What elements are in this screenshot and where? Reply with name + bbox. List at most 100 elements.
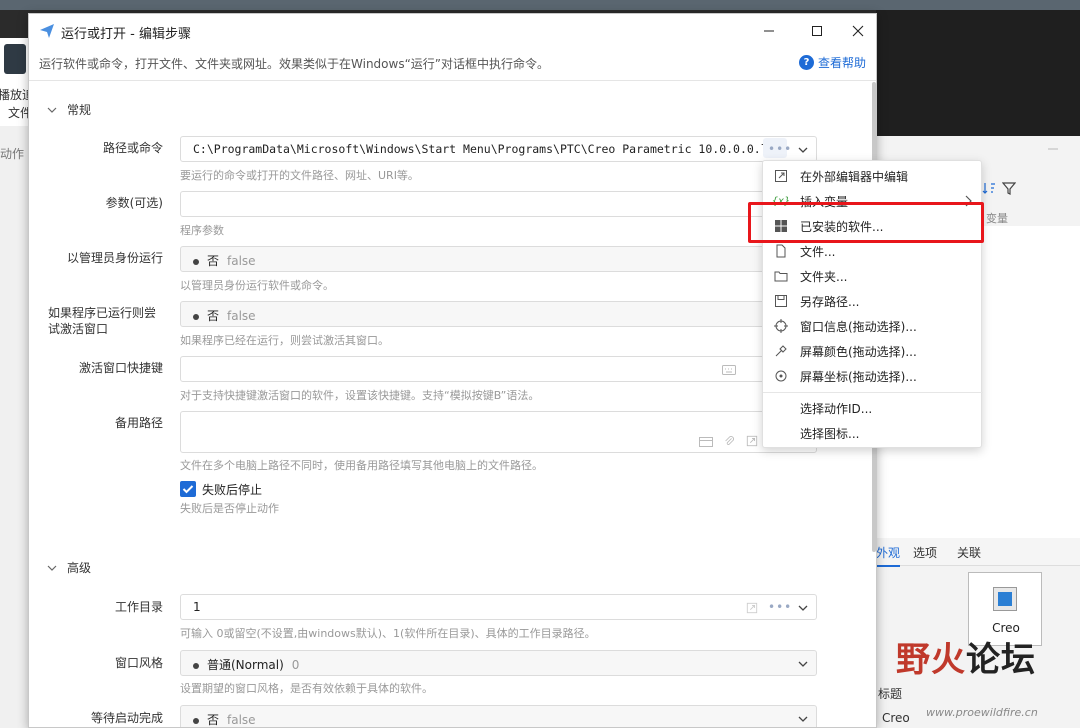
window-style-select[interactable]: 普通(Normal) 0: [180, 650, 817, 676]
help-link[interactable]: ? 查看帮助: [798, 54, 866, 71]
save-icon: [773, 293, 789, 309]
admin-toggle[interactable]: 否 false: [180, 246, 817, 272]
close-button[interactable]: [842, 18, 874, 44]
admin-hint: 以管理员身份运行软件或命令。: [180, 279, 334, 292]
menu-item-window-info[interactable]: 窗口信息(拖动选择)...: [763, 314, 983, 338]
more-options-icon[interactable]: •••: [768, 600, 792, 614]
section-title: 高级: [67, 561, 92, 575]
maximize-icon: [812, 26, 822, 36]
chevron-down-icon[interactable]: [798, 659, 808, 669]
tab-options[interactable]: 选项: [913, 544, 937, 561]
watermark-url: www.proewildfire.cn: [926, 706, 1038, 719]
help-icon: ?: [798, 55, 814, 70]
admin-value: 否 false: [193, 252, 256, 269]
menu-item-screen-coords[interactable]: 屏幕坐标(拖动选择)...: [763, 364, 983, 388]
chevron-down-icon[interactable]: [798, 145, 808, 155]
external-edit-icon: [773, 168, 789, 184]
chevron-down-icon[interactable]: [798, 714, 808, 724]
maximize-button[interactable]: [801, 18, 833, 44]
external-edit-icon[interactable]: [745, 435, 759, 447]
hotkey-label: 激活窗口快捷键: [78, 361, 163, 375]
annotation-highlight-box: [748, 202, 984, 243]
background-left-text: 动作: [0, 147, 25, 161]
more-options-icon[interactable]: •••: [768, 142, 792, 156]
creo-label-bottom: Creo: [882, 711, 910, 725]
background-app-icon: [4, 44, 26, 74]
menu-item-folder[interactable]: 文件夹...: [763, 264, 983, 288]
title-label: 标题: [878, 687, 903, 701]
menu-separator: [763, 392, 983, 393]
window-style-value: 普通(Normal) 0: [193, 656, 299, 673]
checkmark-icon: [182, 485, 194, 494]
eyedropper-icon: [773, 343, 789, 359]
tab-appearance[interactable]: 外观: [876, 544, 901, 567]
chevron-down-icon: [47, 565, 57, 571]
external-edit-icon[interactable]: [745, 602, 759, 614]
section-title: 常规: [67, 103, 92, 117]
section-advanced-header[interactable]: 高级: [47, 559, 91, 576]
workdir-hint: 可输入 0或留空(不设置,由windows默认)、1(软件所在目录)、具体的工作…: [180, 627, 596, 640]
dialog-title: 运行或打开 - 编辑步骤: [61, 27, 191, 42]
stop-on-fail-hint: 失败后是否停止动作: [180, 502, 279, 515]
edit-step-dialog: 运行或打开 - 编辑步骤 运行软件或命令，打开文件、文件夹或网址。效果类似于在W…: [28, 13, 877, 728]
window-style-hint: 设置期望的窗口风格，是否有效依赖于具体的软件。: [180, 682, 433, 695]
hotkey-hint: 对于支持快捷键激活窗口的软件，设置该快捷键。支持“模拟按键B”语法。: [180, 389, 540, 402]
backup-input[interactable]: [180, 411, 817, 453]
sort-icon[interactable]: [982, 181, 996, 195]
activate-value: 否 false: [193, 307, 256, 324]
workdir-input[interactable]: 1 •••: [180, 594, 817, 620]
minimize-button[interactable]: [753, 18, 785, 44]
background-column-label: 变量: [986, 212, 1008, 225]
dialog-description: 运行软件或命令，打开文件、文件夹或网址。效果类似于在Windows“运行”对话框…: [39, 57, 550, 71]
path-value: C:\ProgramData\Microsoft\Windows\Start M…: [193, 142, 782, 156]
minimize-icon: [764, 30, 774, 32]
help-label: 查看帮助: [817, 56, 866, 70]
menu-item-screen-color[interactable]: 屏幕颜色(拖动选择)...: [763, 339, 983, 363]
send-icon: [40, 24, 54, 38]
divider: [29, 80, 876, 81]
crosshair-icon: [773, 318, 789, 334]
activate-hint: 如果程序已经在运行，则尝试激活其窗口。: [180, 334, 389, 347]
minimize-panel-icon[interactable]: [1048, 146, 1058, 152]
backup-hint: 文件在多个电脑上路径不同时，使用备用路径填写其他电脑上的文件路径。: [180, 459, 543, 472]
menu-item-select-action-id[interactable]: 选择动作ID...: [763, 396, 983, 420]
wait-select[interactable]: 否 false: [180, 705, 817, 727]
hotkey-input[interactable]: [180, 356, 817, 382]
menu-item-save-path[interactable]: 另存路径...: [763, 289, 983, 313]
close-icon: [852, 25, 864, 37]
keyboard-icon[interactable]: [722, 364, 736, 376]
file-icon: [773, 243, 789, 259]
path-hint: 要运行的命令或打开的文件路径、网址、URI等。: [180, 169, 419, 182]
watermark-logo: 野火论坛: [896, 640, 1036, 680]
chevron-down-icon[interactable]: [798, 603, 808, 613]
args-label: 参数(可选): [105, 196, 163, 210]
background-tabs: 外观 选项 关联: [876, 538, 1080, 567]
args-hint: 程序参数: [180, 224, 224, 237]
title-bar[interactable]: 运行或打开 - 编辑步骤: [29, 14, 876, 48]
target-icon: [773, 368, 789, 384]
stop-on-fail-label[interactable]: 失败后停止: [202, 481, 262, 498]
backup-label: 备用路径: [114, 416, 163, 430]
tab-relations[interactable]: 关联: [957, 544, 981, 561]
path-input[interactable]: C:\ProgramData\Microsoft\Windows\Start M…: [180, 136, 817, 162]
section-general-header[interactable]: 常规: [47, 101, 91, 118]
activate-toggle[interactable]: 否 false: [180, 301, 817, 327]
menu-item-external-editor[interactable]: 在外部编辑器中编辑: [763, 164, 983, 188]
chevron-down-icon: [47, 107, 57, 113]
workdir-label: 工作目录: [114, 600, 163, 614]
window-style-label: 窗口风格: [114, 656, 163, 670]
paperclip-icon[interactable]: [722, 435, 736, 447]
args-input[interactable]: [180, 191, 817, 217]
path-label: 路径或命令: [102, 141, 163, 155]
menu-item-select-icon[interactable]: 选择图标...: [763, 421, 983, 445]
creo-app-icon: [993, 587, 1017, 611]
folder-icon: [773, 268, 789, 284]
background-left-strip: [0, 38, 28, 728]
admin-label: 以管理员身份运行: [66, 251, 163, 265]
filter-icon[interactable]: [1002, 181, 1016, 195]
stop-on-fail-checkbox[interactable]: [180, 481, 196, 497]
wait-value: 否 false: [193, 711, 256, 727]
list-icon[interactable]: [699, 436, 713, 448]
workdir-value: 1: [193, 600, 201, 614]
activate-label: 如果程序已运行则尝试激活窗口: [48, 306, 157, 336]
